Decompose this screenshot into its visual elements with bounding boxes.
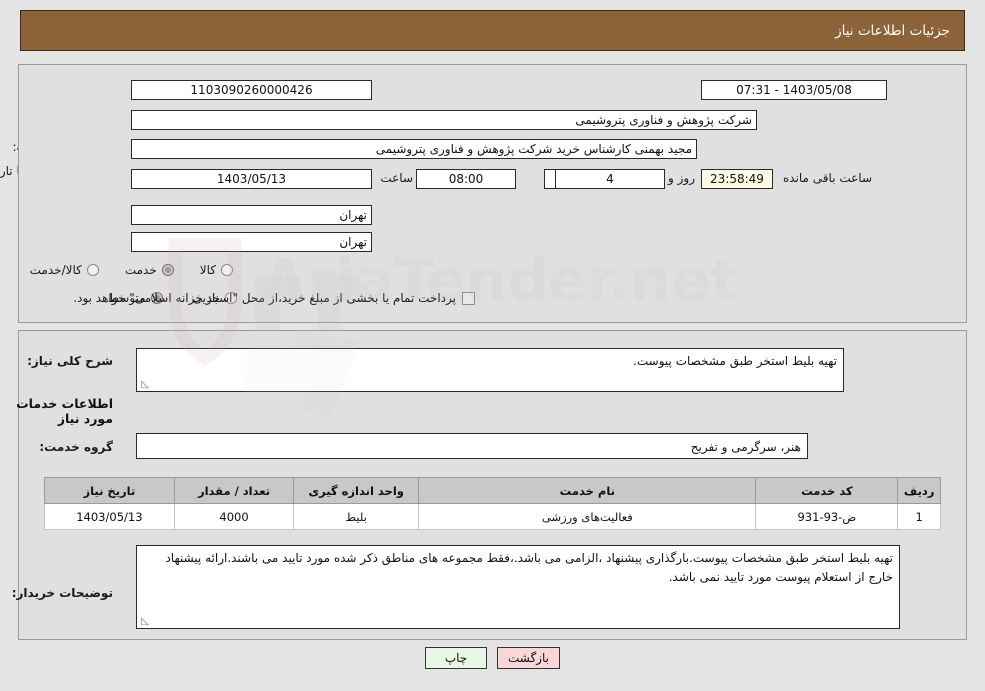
action-button-bar: بازگشت چاپ [0,647,985,669]
cell-unit: بلیط [293,503,420,530]
remaining-days-value: 4 [555,169,665,189]
category-option-kala[interactable]: کالا [200,263,233,277]
general-description-value: تهیه بلیط استخر طبق مشخصات پیوست. [633,354,837,368]
general-description-textarea[interactable]: تهیه بلیط استخر طبق مشخصات پیوست. ◺ [136,348,844,392]
remaining-countdown-value: 23:58:49 [701,169,773,189]
service-group-value: هنر، سرگرمی و تفریح [690,440,801,454]
column-header-name: نام خدمت [418,477,757,504]
category-option-khedmat-label: خدمت [124,263,157,277]
need-number-value: 1103090260000426 [131,80,372,100]
remaining-days-label: روز و [668,171,695,185]
category-option-khedmat[interactable]: خدمت [125,263,174,277]
announce-datetime-value: 1403/05/08 - 07:31 [701,80,887,100]
page-title: جزئیات اطلاعات نیاز [835,22,950,39]
buyer-notes-textarea[interactable]: تهیه بلیط استخر طبق مشخصات پیوست.بارگذار… [136,545,900,629]
column-header-code: کد خدمت [755,477,899,504]
deadline-hour-label: ساعت [380,171,413,185]
column-header-need-date: تاریخ نیاز [44,477,175,504]
need-summary-panel [18,64,967,323]
deadline-date-value: 1403/05/13 [131,169,372,189]
remaining-time-label: ساعت باقی مانده [782,171,872,185]
table-header-row: ردیف کد خدمت نام خدمت واحد اندازه گیری ت… [44,477,941,504]
buyer-notes-value: تهیه بلیط استخر طبق مشخصات پیوست.بارگذار… [165,551,893,584]
buyer-org-value: شرکت پژوهش و فناوری پتروشیمی [131,110,757,130]
print-button[interactable]: چاپ [425,647,487,669]
service-group-field[interactable]: هنر، سرگرمی و تفریح [136,433,808,459]
cell-index: 1 [897,503,941,530]
treasury-checkbox-icon[interactable] [462,291,475,305]
radio-kala-icon[interactable] [221,264,233,276]
service-group-label: گروه خدمت: [39,440,113,454]
radio-khedmat-icon[interactable] [161,264,174,276]
back-button[interactable]: بازگشت [497,647,560,669]
page-header-bar: جزئیات اطلاعات نیاز [20,10,965,51]
general-description-label: شرح کلی نیاز: [27,354,113,368]
treasury-checkbox-label: پرداخت تمام یا بخشی از مبلغ خرید،از محل … [73,291,456,305]
deadline-hour-value: 08:00 [416,169,516,189]
requester-value: مجید بهمنی کارشناس خرید شرکت پژوهش و فنا… [131,139,697,159]
province-value: تهران [131,205,372,225]
category-radio-group[interactable]: کالا خدمت کالا/خدمت [30,263,233,277]
services-section-title: اطلاعات خدمات مورد نیاز [16,396,113,426]
services-table: ردیف کد خدمت نام خدمت واحد اندازه گیری ت… [44,477,941,530]
cell-code: ض-93-931 [755,503,899,530]
category-option-kala-khedmat-label: کالا/خدمت [29,263,82,277]
buyer-notes-label: توضیحات خریدار: [11,586,113,600]
cell-need-date: 1403/05/13 [44,503,175,530]
treasury-checkbox-row[interactable]: پرداخت تمام یا بخشی از مبلغ خرید،از محل … [73,291,475,305]
column-header-index: ردیف [897,477,941,504]
resize-handle-icon[interactable]: ◺ [139,380,149,390]
cell-name: فعالیت‌های ورزشی [418,503,757,530]
radio-kala-khedmat-icon[interactable] [86,264,99,276]
table-row: 1 ض-93-931 فعالیت‌های ورزشی بلیط 4000 14… [44,503,941,530]
city-value: تهران [131,232,372,252]
column-header-unit: واحد اندازه گیری [293,477,420,504]
resize-handle-icon[interactable]: ◺ [139,617,149,627]
cell-quantity: 4000 [173,503,295,530]
category-option-kala-label: کالا [199,263,216,277]
column-header-quantity: تعداد / مقدار [173,477,295,504]
category-option-kala-khedmat[interactable]: کالا/خدمت [30,263,99,277]
